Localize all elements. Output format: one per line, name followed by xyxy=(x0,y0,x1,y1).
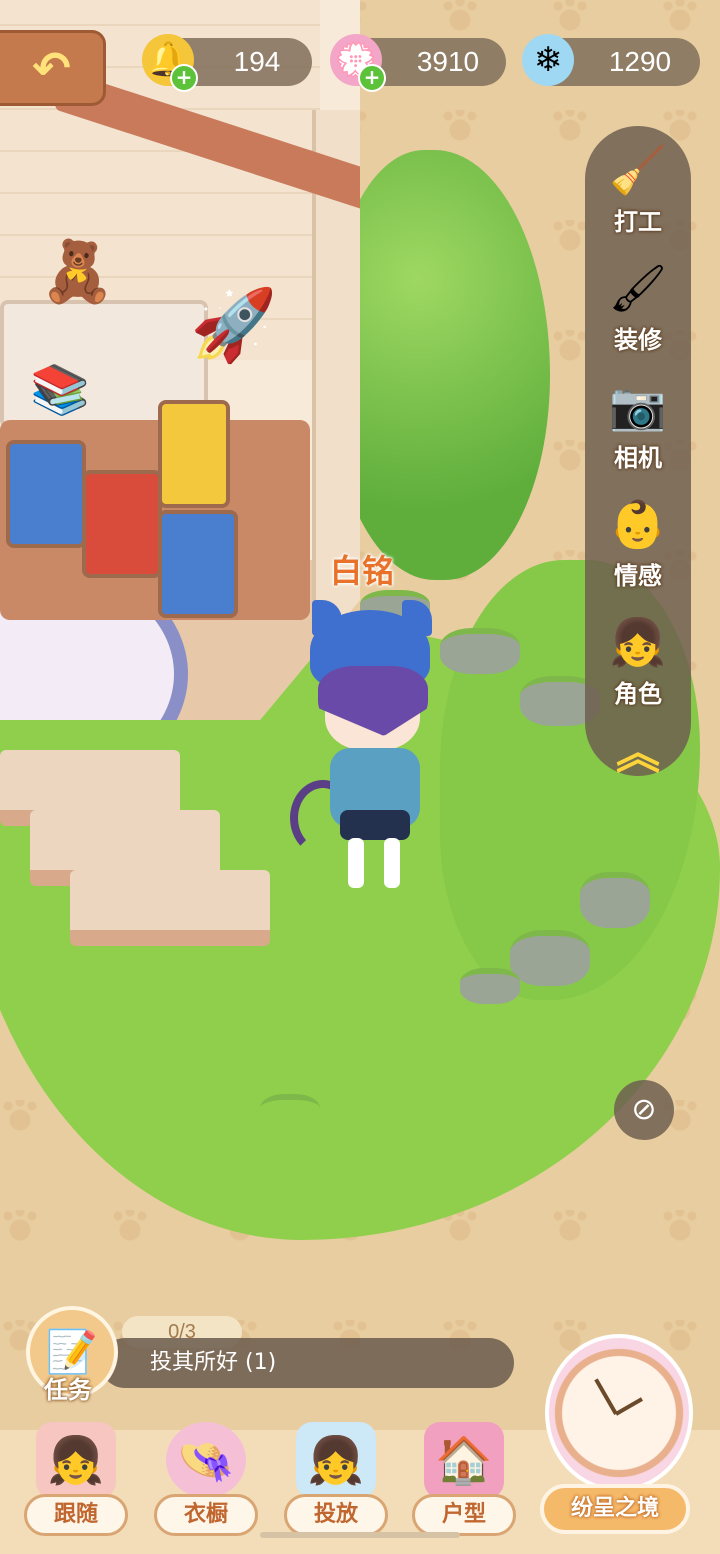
character-shorts xyxy=(340,810,410,840)
special-realm-label: 纷呈之境 xyxy=(540,1484,690,1534)
bear-drawer xyxy=(82,470,162,578)
wardrobe-hat-icon: 👒 xyxy=(166,1422,246,1498)
special-realm-button[interactable]: 纷呈之境 xyxy=(530,1334,700,1542)
floorplan-icon: 🏠 xyxy=(424,1422,504,1498)
currency-value: 194 xyxy=(233,46,281,77)
follow-avatar-icon: 👧 xyxy=(36,1422,116,1498)
character-hat-ear xyxy=(312,600,342,636)
side-item-character[interactable]: 👧 角色 xyxy=(585,612,691,720)
task-panel[interactable]: 0/3 投其所好 (1) 📝 任务 xyxy=(26,1306,520,1406)
toy-shelf[interactable]: 🧸 🚀 📚 xyxy=(0,242,310,630)
collapse-chevron-up-icon[interactable]: ︽ xyxy=(585,732,691,784)
currency-bell: 🔔 + 194 xyxy=(142,34,312,92)
side-item-decorate[interactable]: 🖌 装修 xyxy=(585,258,691,366)
currency-value: 3910 xyxy=(416,46,480,77)
side-item-camera[interactable]: 📷 相机 xyxy=(585,376,691,484)
hide-ui-eye-icon[interactable]: ⊘ xyxy=(614,1080,674,1140)
blue-crystal-icon: ❄ xyxy=(522,34,574,86)
currency-pink-gem: 💮 + 3910 xyxy=(330,34,506,92)
side-item-label: 装修 xyxy=(614,326,662,354)
back-arrow-icon: ↶ xyxy=(32,41,71,95)
task-label: 任务 xyxy=(44,1376,92,1404)
nav-label: 衣橱 xyxy=(154,1494,258,1536)
nav-place-button[interactable]: 👧 投放 xyxy=(284,1422,388,1538)
task-title: 投其所好 (1) xyxy=(150,1350,277,1375)
stone xyxy=(460,968,520,1004)
star-drawer xyxy=(6,440,86,548)
character-avatar-icon: 👧 xyxy=(609,615,667,669)
nav-label: 投放 xyxy=(284,1494,388,1536)
side-item-label: 角色 xyxy=(614,680,662,708)
character-leg xyxy=(384,838,400,888)
emotion-icon: 👶 xyxy=(609,497,667,551)
side-item-emotion[interactable]: 👶 情感 xyxy=(585,494,691,602)
stair-step xyxy=(70,870,270,946)
side-item-label: 打工 xyxy=(614,208,662,236)
nav-label: 跟随 xyxy=(24,1494,128,1536)
character-baiming[interactable] xyxy=(290,600,460,900)
paint-roller-icon: 🖌 xyxy=(608,261,668,315)
stone xyxy=(510,930,590,986)
star-drawer xyxy=(158,510,238,618)
character-hat-ear xyxy=(402,600,432,636)
currency-value: 1290 xyxy=(608,46,672,77)
task-bar[interactable]: 投其所好 (1) xyxy=(100,1338,514,1388)
side-item-work[interactable]: 🧹 打工 xyxy=(585,140,691,248)
add-pink-gem-button[interactable]: + xyxy=(358,64,386,92)
books-icon: 📚 xyxy=(30,362,90,418)
rocket-drawer xyxy=(158,400,230,508)
camera-icon: 📷 xyxy=(609,379,667,433)
rocket-toy-icon[interactable]: 🚀 xyxy=(190,290,277,360)
side-item-label: 相机 xyxy=(614,444,662,472)
duster-icon: 🧹 xyxy=(609,143,667,197)
home-indicator[interactable] xyxy=(260,1532,460,1538)
character-leg xyxy=(348,838,364,888)
teddy-bear-icon[interactable]: 🧸 xyxy=(40,242,115,302)
add-bell-button[interactable]: + xyxy=(170,64,198,92)
stone xyxy=(260,1094,320,1130)
place-avatar-icon: 👧 xyxy=(296,1422,376,1498)
nav-wardrobe-button[interactable]: 👒 衣橱 xyxy=(154,1422,258,1538)
side-item-label: 情感 xyxy=(614,562,662,590)
character-name-label: 白铭 xyxy=(330,552,395,590)
currency-blue-crystal: ❄ 1290 xyxy=(522,34,700,86)
nav-follow-button[interactable]: 👧 跟随 xyxy=(24,1422,128,1538)
side-menu: 🧹 打工 🖌 装修 📷 相机 👶 情感 👧 角色 ︽ xyxy=(585,126,691,776)
stone xyxy=(580,872,650,928)
nav-floorplan-button[interactable]: 🏠 户型 xyxy=(412,1422,516,1538)
nav-label: 户型 xyxy=(412,1494,516,1536)
back-button[interactable]: ↶ xyxy=(0,30,106,106)
stairs xyxy=(0,750,270,980)
